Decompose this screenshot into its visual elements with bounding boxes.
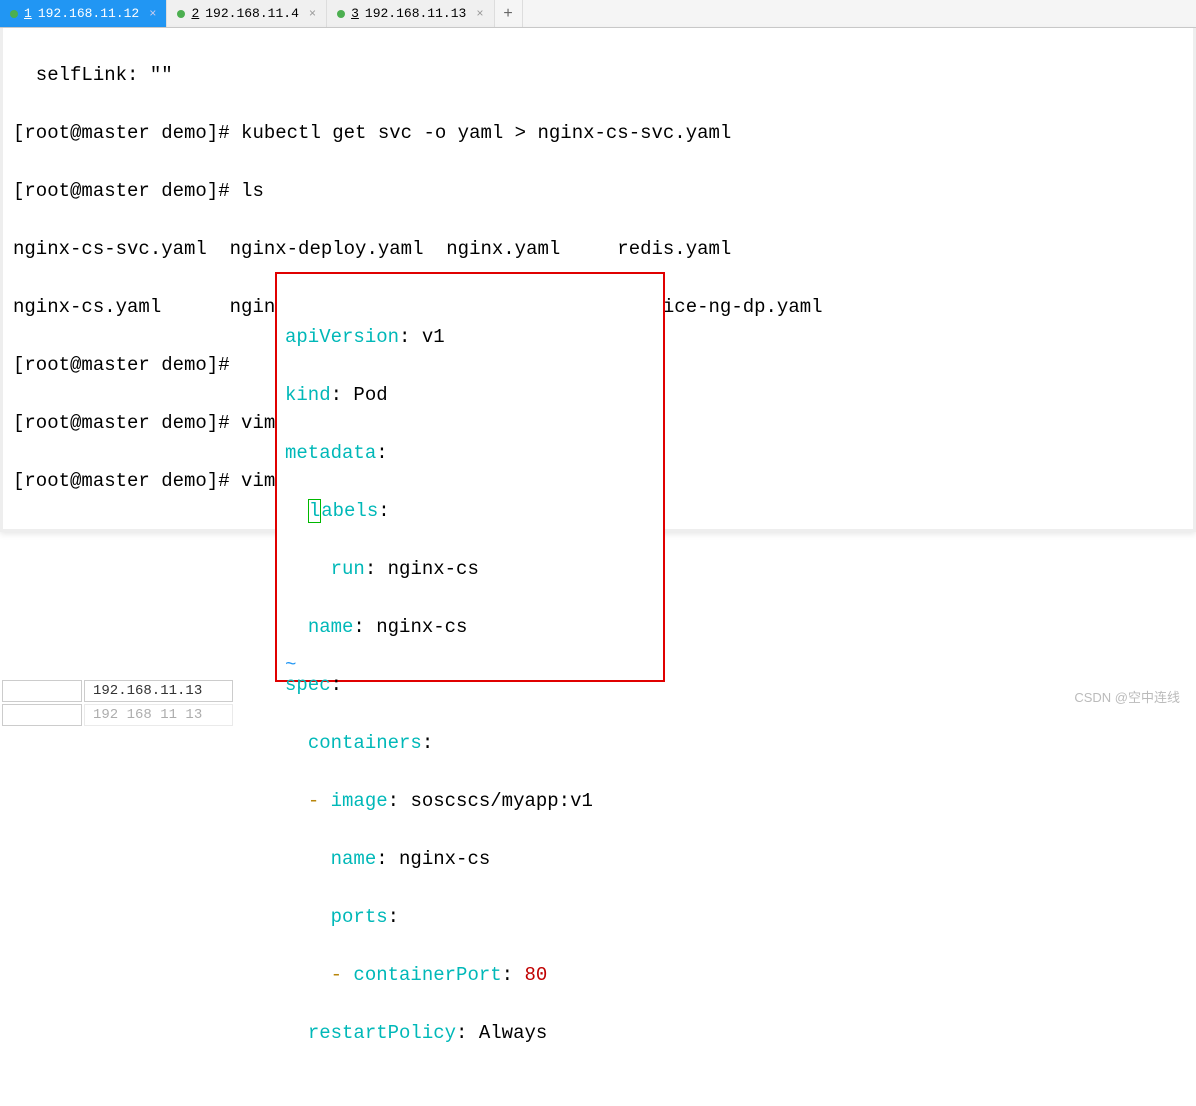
yaml-line: name: nginx-cs — [285, 613, 655, 642]
yaml-line: spec: — [285, 671, 655, 700]
tab-number: 2 — [191, 6, 199, 21]
yaml-line: ports: — [285, 903, 655, 932]
yaml-line: name: nginx-cs — [285, 845, 655, 874]
bg-table: 192.168.11.13 192 168 11 13 — [0, 678, 235, 728]
status-dot-icon — [177, 10, 185, 18]
status-dot-icon — [10, 10, 18, 18]
tab-label: 192.168.11.12 — [38, 6, 139, 21]
yaml-line: labels: — [285, 497, 655, 526]
yaml-line: metadata: — [285, 439, 655, 468]
tab-number: 3 — [351, 6, 359, 21]
table-cell: 192.168.11.13 — [84, 680, 233, 702]
yaml-line: apiVersion: v1 — [285, 323, 655, 352]
yaml-line: restartPolicy: Always — [285, 1019, 655, 1048]
terminal-line: [root@master demo]# kubectl get svc -o y… — [13, 119, 1183, 148]
yaml-line: run: nginx-cs — [285, 555, 655, 584]
tab-3[interactable]: 3 192.168.11.13 × — [327, 0, 494, 27]
cursor: l — [308, 499, 321, 523]
yaml-line: - image: soscscs/myapp:v1 — [285, 787, 655, 816]
close-icon[interactable]: × — [149, 7, 156, 21]
tab-bar: 1 192.168.11.12 × 2 192.168.11.4 × 3 192… — [0, 0, 1196, 28]
tab-1[interactable]: 1 192.168.11.12 × — [0, 0, 167, 27]
vim-tilde: ~ — [285, 651, 296, 680]
new-tab-button[interactable]: + — [495, 0, 523, 27]
terminal-line: selfLink: "" — [13, 61, 1183, 90]
tab-label: 192.168.11.13 — [365, 6, 466, 21]
terminal-line: nginx-cs-svc.yaml nginx-deploy.yaml ngin… — [13, 235, 1183, 264]
tab-2[interactable]: 2 192.168.11.4 × — [167, 0, 327, 27]
status-dot-icon — [337, 10, 345, 18]
close-icon[interactable]: × — [309, 7, 316, 21]
close-icon[interactable]: × — [476, 7, 483, 21]
table-cell: 192 168 11 13 — [84, 704, 233, 726]
table-row: 192.168.11.13 — [2, 680, 233, 702]
terminal-line: [root@master demo]# ls — [13, 177, 1183, 206]
yaml-line: - containerPort: 80 — [285, 961, 655, 990]
watermark: CSDN @空中连线 — [1074, 687, 1180, 706]
yaml-editor[interactable]: apiVersion: v1 kind: Pod metadata: label… — [275, 272, 665, 682]
tab-label: 192.168.11.4 — [205, 6, 299, 21]
tab-number: 1 — [24, 6, 32, 21]
yaml-line: containers: — [285, 729, 655, 758]
table-row: 192 168 11 13 — [2, 704, 233, 726]
yaml-line: kind: Pod — [285, 381, 655, 410]
